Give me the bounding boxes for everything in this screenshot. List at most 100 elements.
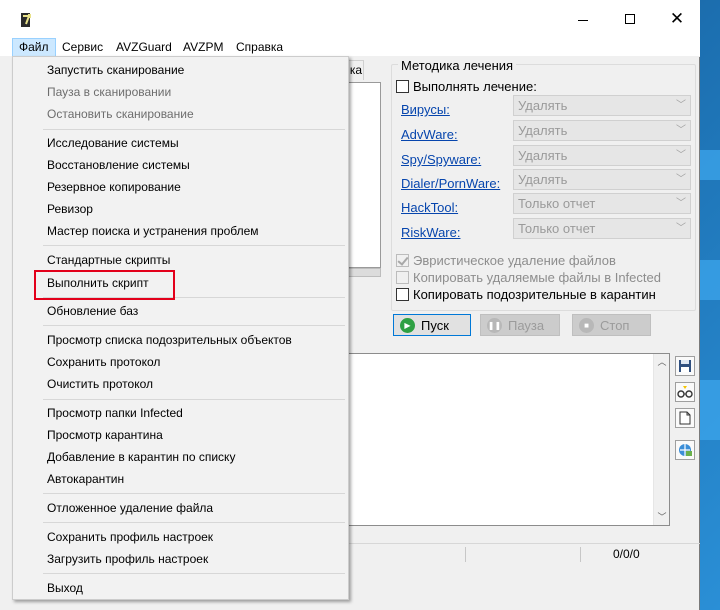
pause-button[interactable]: ❚❚ Пауза <box>480 314 560 336</box>
menu-avzguard[interactable]: AVZGuard <box>110 38 178 57</box>
close-button[interactable]: ✕ <box>654 0 700 38</box>
heuristic-delete-checkbox[interactable]: Эвристическое удаление файлов <box>396 252 616 268</box>
start-button[interactable]: ▶ Пуск <box>393 314 471 336</box>
menu-item-stop-scan[interactable]: Остановить сканирование <box>14 103 347 125</box>
stop-icon: ■ <box>579 317 594 333</box>
status-bar: 0/0/0 <box>348 543 700 563</box>
perform-treatment-checkbox[interactable]: Выполнять лечение: <box>396 78 537 94</box>
pause-button-label: Пауза <box>508 317 545 333</box>
tab-partial[interactable]: ка <box>347 60 364 80</box>
copy-to-quarantine-label: Копировать подозрительные в карантин <box>413 286 656 302</box>
scroll-up-icon[interactable]: ︿ <box>654 354 670 370</box>
menu-item-pause-scan[interactable]: Пауза в сканировании <box>14 81 347 103</box>
menu-separator <box>43 399 345 400</box>
menu-item-clear-log[interactable]: Очистить протокол <box>14 373 347 395</box>
menu-separator <box>43 245 345 246</box>
select-value: Удалять <box>518 148 568 163</box>
menu-item-view-suspicious[interactable]: Просмотр списка подозрительных объектов <box>14 329 347 351</box>
chevron-down-icon: ﹀ <box>676 198 686 209</box>
run-script-highlight <box>34 270 175 300</box>
copy-to-infected-checkbox[interactable]: Копировать удаляемые файлы в Infected <box>396 269 661 285</box>
glasses-icon <box>677 386 693 398</box>
view-suspicious-button[interactable] <box>675 382 695 402</box>
threat-link-dialer[interactable]: Dialer/PornWare: <box>401 176 500 191</box>
horizontal-scrollbar[interactable] <box>349 268 381 277</box>
select-value: Только отчет <box>518 221 596 236</box>
stop-button[interactable]: ■ Стоп <box>572 314 651 336</box>
menu-item-view-infected[interactable]: Просмотр папки Infected <box>14 402 347 424</box>
save-icon <box>679 360 691 372</box>
select-value: Только отчет <box>518 196 596 211</box>
maximize-icon <box>625 14 635 24</box>
log-output[interactable] <box>348 353 670 526</box>
menu-file[interactable]: Файл <box>12 38 56 57</box>
chevron-down-icon: ﹀ <box>676 125 686 136</box>
hacktool-action-select[interactable]: Только отчет ﹀ <box>513 193 691 214</box>
menu-item-system-investigation[interactable]: Исследование системы <box>14 132 347 154</box>
network-button[interactable] <box>675 440 695 460</box>
play-icon: ▶ <box>400 317 415 333</box>
perform-treatment-label: Выполнять лечение: <box>413 78 537 94</box>
menu-item-system-restore[interactable]: Восстановление системы <box>14 154 347 176</box>
spyware-action-select[interactable]: Удалять ﹀ <box>513 145 691 166</box>
chevron-down-icon: ﹀ <box>676 150 686 161</box>
checkbox-box <box>396 270 409 284</box>
threat-link-adware[interactable]: AdvWare: <box>401 127 458 142</box>
chevron-down-icon: ﹀ <box>676 174 686 185</box>
checkbox-box <box>396 253 409 267</box>
maximize-button[interactable] <box>607 0 653 38</box>
stop-button-label: Стоп <box>600 317 630 333</box>
menu-separator <box>43 325 345 326</box>
menu-help[interactable]: Справка <box>230 38 289 57</box>
chevron-down-icon: ﹀ <box>676 223 686 234</box>
chevron-down-icon: ﹀ <box>676 100 686 111</box>
threat-link-viruses[interactable]: Вирусы: <box>401 102 450 117</box>
checkbox-box <box>396 287 409 301</box>
menu-item-auditor[interactable]: Ревизор <box>14 198 347 220</box>
menu-item-save-profile[interactable]: Сохранить профиль настроек <box>14 526 347 548</box>
network-icon <box>679 444 692 456</box>
select-value: Удалять <box>518 123 568 138</box>
save-log-button[interactable] <box>675 356 695 376</box>
file-tree-panel[interactable] <box>349 82 381 268</box>
viruses-action-select[interactable]: Удалять ﹀ <box>513 95 691 116</box>
title-bar: ✕ <box>0 0 700 38</box>
pause-icon: ❚❚ <box>487 317 502 333</box>
menu-separator <box>43 129 345 130</box>
log-scrollbar[interactable]: ︿ ﹀ <box>653 354 669 525</box>
copy-to-infected-label: Копировать удаляемые файлы в Infected <box>413 269 661 285</box>
desktop-wallpaper-light <box>698 260 720 300</box>
close-icon: ✕ <box>669 9 685 28</box>
app-icon[interactable] <box>18 12 34 28</box>
menu-item-exit[interactable]: Выход <box>14 577 347 599</box>
minimize-button[interactable] <box>560 0 606 38</box>
menu-item-quarantine-by-list[interactable]: Добавление в карантин по списку <box>14 446 347 468</box>
dialer-action-select[interactable]: Удалять ﹀ <box>513 169 691 190</box>
menu-avzpm[interactable]: AVZPM <box>177 38 229 57</box>
menu-item-update-databases[interactable]: Обновление баз <box>14 300 347 322</box>
threat-link-hacktool[interactable]: HackTool: <box>401 200 458 215</box>
select-value: Удалять <box>518 98 568 113</box>
menu-separator <box>43 522 345 523</box>
threat-link-riskware[interactable]: RiskWare: <box>401 225 460 240</box>
desktop-wallpaper-light <box>698 150 720 180</box>
checkbox-box <box>396 79 409 93</box>
menu-item-troubleshoot-wizard[interactable]: Мастер поиска и устранения проблем <box>14 220 347 242</box>
scroll-down-icon[interactable]: ﹀ <box>654 509 670 525</box>
menu-item-start-scan[interactable]: Запустить сканирование <box>14 59 347 81</box>
status-counter: 0/0/0 <box>580 547 700 562</box>
menu-item-delayed-delete[interactable]: Отложенное удаление файла <box>14 497 347 519</box>
menu-item-view-quarantine[interactable]: Просмотр карантина <box>14 424 347 446</box>
menu-item-autoquarantine[interactable]: Автокарантин <box>14 468 347 490</box>
menu-item-load-profile[interactable]: Загрузить профиль настроек <box>14 548 347 570</box>
menu-item-save-log[interactable]: Сохранить протокол <box>14 351 347 373</box>
clear-log-button[interactable] <box>675 408 695 428</box>
menu-item-standard-scripts[interactable]: Стандартные скрипты <box>14 249 347 271</box>
threat-link-spyware[interactable]: Spy/Spyware: <box>401 152 481 167</box>
adware-action-select[interactable]: Удалять ﹀ <box>513 120 691 141</box>
menu-service[interactable]: Сервис <box>56 38 109 57</box>
riskware-action-select[interactable]: Только отчет ﹀ <box>513 218 691 239</box>
start-button-label: Пуск <box>421 317 449 333</box>
copy-to-quarantine-checkbox[interactable]: Копировать подозрительные в карантин <box>396 286 656 302</box>
menu-item-backup[interactable]: Резервное копирование <box>14 176 347 198</box>
